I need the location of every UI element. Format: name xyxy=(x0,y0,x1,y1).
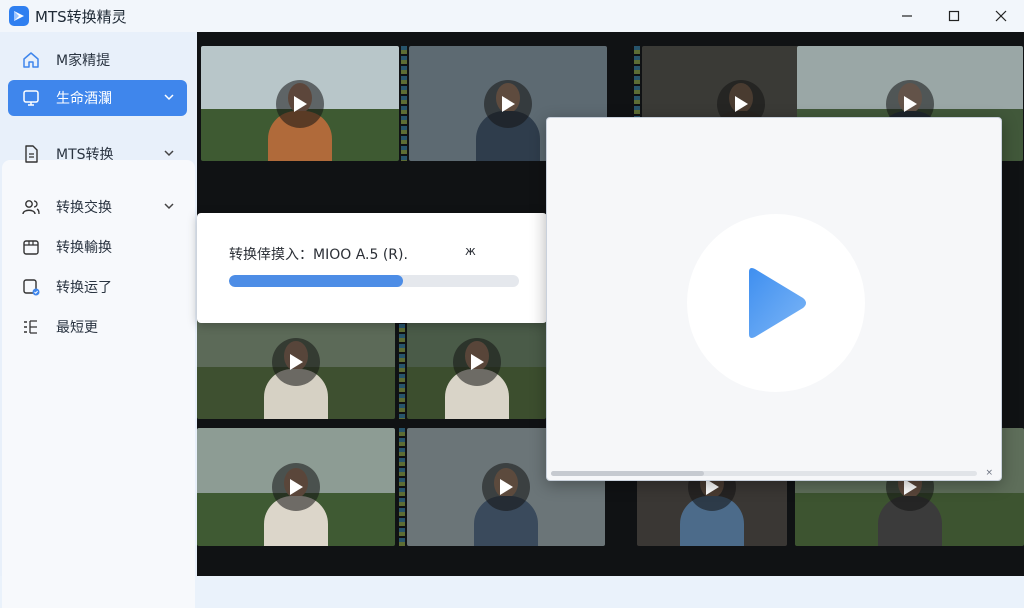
scrollbar-thumb[interactable] xyxy=(551,471,705,476)
play-icon[interactable] xyxy=(272,337,320,386)
maximize-icon xyxy=(948,10,960,22)
play-icon[interactable] xyxy=(482,463,530,511)
sidebar-item-exchange[interactable]: 转换交换 xyxy=(8,189,187,225)
sidebar: M家精提 生命酒瀾 MTS转换 转换交换 转换輸换 转换运了 最短更 xyxy=(0,32,197,608)
monitor-icon xyxy=(20,87,42,109)
minimize-button[interactable] xyxy=(884,0,930,32)
sidebar-item-recent[interactable]: 最短更 xyxy=(8,309,187,345)
play-icon[interactable] xyxy=(484,79,532,128)
play-icon[interactable] xyxy=(272,463,320,511)
play-icon xyxy=(749,268,806,338)
sidebar-item-label: M家精提 xyxy=(56,53,111,69)
minimize-icon xyxy=(902,15,912,17)
app-title: MTS转换精灵 xyxy=(35,7,127,26)
chevron-down-icon xyxy=(164,150,174,157)
sidebar-item-active[interactable]: 生命酒瀾 xyxy=(8,80,187,116)
conversion-progress-card: 转换倖摸入：MIOO A.5 (R). ж xyxy=(197,213,547,323)
player-scrollbar[interactable] xyxy=(551,471,977,476)
progress-fill xyxy=(229,275,403,287)
title-bar: MTS转换精灵 xyxy=(0,0,1024,32)
edit-badge-icon xyxy=(20,276,42,298)
sidebar-item-label: 转换輸换 xyxy=(56,240,112,256)
sidebar-item-label: 生命酒瀾 xyxy=(56,91,112,107)
folder-icon xyxy=(20,236,42,258)
video-thumbnail[interactable] xyxy=(201,46,399,161)
sidebar-item-done[interactable]: 转换运了 xyxy=(8,269,187,305)
video-thumbnail[interactable] xyxy=(197,428,395,546)
app-logo-icon xyxy=(9,6,29,26)
sidebar-item-home[interactable]: M家精提 xyxy=(8,42,187,78)
list-icon xyxy=(20,316,42,338)
home-icon xyxy=(20,49,42,71)
close-icon xyxy=(995,10,1007,22)
sidebar-item-mts-convert[interactable]: MTS转换 xyxy=(8,136,187,172)
play-icon[interactable] xyxy=(452,337,501,386)
progress-label: 转换倖摸入：MIOO A.5 (R). xyxy=(229,247,408,263)
video-player-preview[interactable]: × xyxy=(546,117,1002,481)
play-button[interactable] xyxy=(687,214,865,392)
chevron-down-icon xyxy=(164,94,174,101)
maximize-button[interactable] xyxy=(931,0,977,32)
sidebar-item-label: MTS转换 xyxy=(56,147,114,163)
progress-suffix: ж xyxy=(465,244,476,258)
close-icon[interactable]: × xyxy=(985,468,993,478)
sidebar-item-label: 转换运了 xyxy=(56,280,112,296)
close-button[interactable] xyxy=(978,0,1024,32)
progress-bar xyxy=(229,275,519,287)
sidebar-panel xyxy=(2,160,195,608)
sidebar-item-output[interactable]: 转换輸换 xyxy=(8,229,187,265)
sidebar-item-label: 最短更 xyxy=(56,320,98,336)
chevron-down-icon xyxy=(164,203,174,210)
document-icon xyxy=(20,143,42,165)
sidebar-item-label: 转换交换 xyxy=(56,200,112,216)
users-icon xyxy=(20,196,42,218)
play-icon[interactable] xyxy=(276,79,324,128)
